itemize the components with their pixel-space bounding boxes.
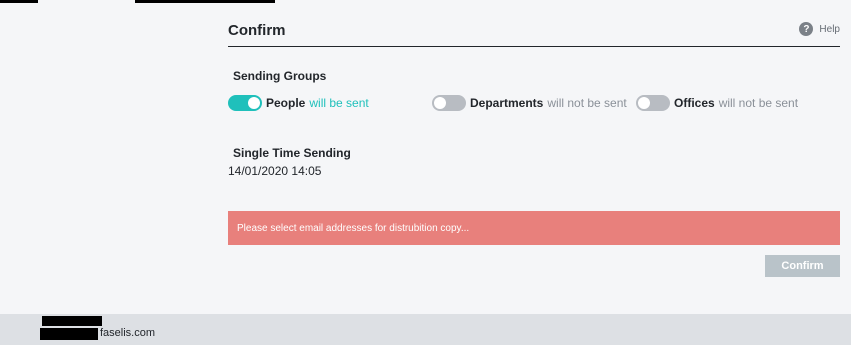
page-title: Confirm bbox=[228, 22, 286, 39]
toggle-name: People bbox=[266, 96, 306, 110]
panel-header: Confirm ? Help bbox=[228, 18, 840, 47]
offices-toggle[interactable] bbox=[636, 95, 670, 111]
toggle-status: will not be sent bbox=[718, 96, 799, 110]
toggle-knob bbox=[248, 97, 260, 109]
confirm-button[interactable]: Confirm bbox=[765, 255, 840, 277]
toggle-row-departments: Departments will not be sent bbox=[432, 95, 627, 111]
toggle-name: Offices bbox=[674, 96, 715, 110]
help-label[interactable]: Help bbox=[819, 24, 840, 35]
sending-datetime: 14/01/2020 14:05 bbox=[228, 164, 322, 178]
toggle-name: Departments bbox=[470, 96, 544, 110]
toggle-knob bbox=[434, 97, 446, 109]
redacted-block bbox=[40, 328, 98, 340]
single-time-label: Single Time Sending bbox=[233, 146, 351, 160]
redacted-block bbox=[135, 0, 275, 3]
toggle-row-people: People will be sent bbox=[228, 95, 369, 111]
toggle-status: will not be sent bbox=[547, 96, 627, 110]
help-link[interactable]: ? Help bbox=[799, 22, 840, 36]
sending-groups-label: Sending Groups bbox=[233, 69, 327, 83]
toggle-row-offices: Offices will not be sent bbox=[636, 95, 798, 111]
departments-toggle[interactable] bbox=[432, 95, 466, 111]
redacted-block bbox=[0, 0, 38, 3]
toggle-knob bbox=[638, 97, 650, 109]
people-toggle[interactable] bbox=[228, 95, 262, 111]
question-circle-icon[interactable]: ? bbox=[799, 22, 814, 36]
toggle-status: will be sent bbox=[309, 96, 369, 110]
alert-message: Please select email addresses for distru… bbox=[237, 222, 470, 234]
error-alert: Please select email addresses for distru… bbox=[228, 211, 840, 245]
redacted-block bbox=[42, 316, 102, 326]
